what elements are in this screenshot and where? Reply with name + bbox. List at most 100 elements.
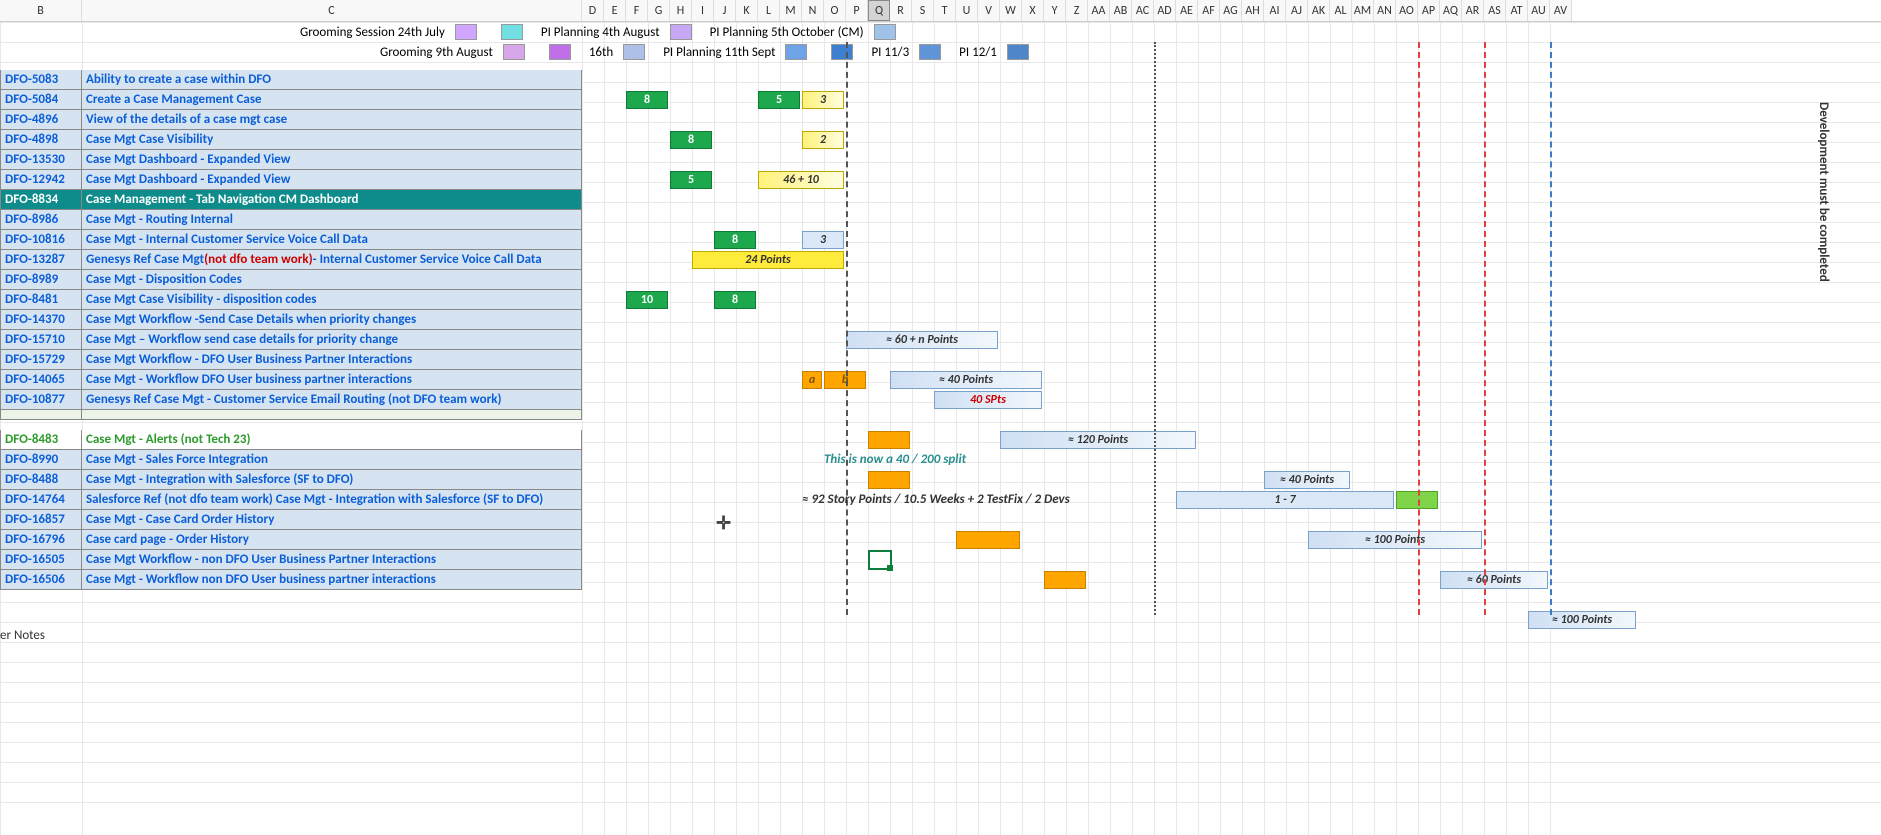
gantt-bar[interactable]: 3 [802, 91, 844, 109]
spreadsheet[interactable]: BCDEFGHIJKLMNOPQRSTUVWXYZAAABACADAEAFAGA… [0, 0, 1881, 835]
row-id[interactable]: DFO-5083 [0, 70, 82, 90]
col-header-AP[interactable]: AP [1418, 0, 1440, 21]
col-header-Y[interactable]: Y [1044, 0, 1066, 21]
row-desc[interactable]: Case Mgt Workflow - DFO User Business Pa… [82, 350, 582, 370]
row-id[interactable]: DFO-16505 [0, 550, 82, 570]
row-desc[interactable]: Case Mgt Dashboard - Expanded View [82, 170, 582, 190]
gantt-bar[interactable]: 5 [758, 91, 800, 109]
col-header-AJ[interactable]: AJ [1286, 0, 1308, 21]
gantt-bar[interactable]: 3 [802, 231, 844, 249]
row-desc[interactable]: Case Mgt - Alerts (not Tech 23) [82, 430, 582, 450]
col-header-V[interactable]: V [978, 0, 1000, 21]
gantt-bar[interactable]: b [824, 371, 866, 389]
col-header-AA[interactable]: AA [1088, 0, 1110, 21]
row-desc[interactable]: Case Mgt - Sales Force Integration [82, 450, 582, 470]
col-header-M[interactable]: M [780, 0, 802, 21]
col-header-AQ[interactable]: AQ [1440, 0, 1462, 21]
col-header-K[interactable]: K [736, 0, 758, 21]
row-desc[interactable]: Case card page - Order History [82, 530, 582, 550]
row-desc[interactable]: Case Mgt - Internal Customer Service Voi… [82, 230, 582, 250]
col-header-AU[interactable]: AU [1528, 0, 1550, 21]
col-header-C[interactable]: C [82, 0, 582, 21]
row-desc[interactable]: Ability to create a case within DFO [82, 70, 582, 90]
gantt-bar[interactable]: 5 [670, 171, 712, 189]
gantt-bar[interactable]: ≈ 100 Points [1308, 531, 1482, 549]
col-header-AS[interactable]: AS [1484, 0, 1506, 21]
gantt-bar[interactable]: 46 + 10 [758, 171, 844, 189]
col-header-AD[interactable]: AD [1154, 0, 1176, 21]
gantt-bar[interactable]: ≈ 60 + n Points [846, 331, 998, 349]
col-header-AR[interactable]: AR [1462, 0, 1484, 21]
row-desc[interactable]: Create a Case Management Case [82, 90, 582, 110]
col-header-AB[interactable]: AB [1110, 0, 1132, 21]
col-header-AM[interactable]: AM [1352, 0, 1374, 21]
row-id[interactable]: DFO-10877 [0, 390, 82, 410]
row-desc[interactable]: Salesforce Ref (not dfo team work) Case … [82, 490, 582, 510]
row-desc[interactable]: View of the details of a case mgt case [82, 110, 582, 130]
row-id[interactable]: DFO-8990 [0, 450, 82, 470]
col-header-N[interactable]: N [802, 0, 824, 21]
col-header-AK[interactable]: AK [1308, 0, 1330, 21]
col-header-H[interactable]: H [670, 0, 692, 21]
gantt-bar[interactable]: 24 Points [692, 251, 844, 269]
row-id[interactable]: DFO-8986 [0, 210, 82, 230]
col-header-J[interactable]: J [714, 0, 736, 21]
row-id[interactable]: DFO-14370 [0, 310, 82, 330]
row-id[interactable] [0, 410, 82, 420]
row-desc[interactable]: Case Mgt Dashboard - Expanded View [82, 150, 582, 170]
row-desc[interactable] [82, 410, 582, 420]
gantt-bar[interactable]: 8 [714, 291, 756, 309]
gantt-bar[interactable]: 40 SPts [934, 391, 1042, 409]
row-desc[interactable]: Case Mgt Workflow - non DFO User Busines… [82, 550, 582, 570]
row-desc[interactable]: Genesys Ref Case Mgt (not dfo team work)… [82, 250, 582, 270]
row-id[interactable]: DFO-8989 [0, 270, 82, 290]
row-id[interactable]: DFO-14764 [0, 490, 82, 510]
row-desc[interactable]: Case Mgt – Workflow send case details fo… [82, 330, 582, 350]
col-header-AH[interactable]: AH [1242, 0, 1264, 21]
gantt-bar[interactable]: 2 [802, 131, 844, 149]
col-header-AI[interactable]: AI [1264, 0, 1286, 21]
gantt-bar[interactable] [1044, 571, 1086, 589]
col-header-W[interactable]: W [1000, 0, 1022, 21]
row-id[interactable]: DFO-4896 [0, 110, 82, 130]
col-header-I[interactable]: I [692, 0, 714, 21]
row-id[interactable]: DFO-8488 [0, 470, 82, 490]
gantt-bar[interactable]: ≈ 40 Points [1264, 471, 1350, 489]
row-desc[interactable]: Case Mgt - Workflow non DFO User busines… [82, 570, 582, 590]
col-header-AV[interactable]: AV [1550, 0, 1572, 21]
row-desc[interactable]: Case Mgt Case Visibility - disposition c… [82, 290, 582, 310]
col-header-AF[interactable]: AF [1198, 0, 1220, 21]
row-id[interactable]: DFO-5084 [0, 90, 82, 110]
gantt-bar[interactable] [956, 531, 1020, 549]
col-header-O[interactable]: O [824, 0, 846, 21]
gantt-bar[interactable]: 8 [670, 131, 712, 149]
col-header-B[interactable]: B [0, 0, 82, 21]
gantt-bar[interactable]: 10 [626, 291, 668, 309]
row-id[interactable]: DFO-4898 [0, 130, 82, 150]
col-header-AT[interactable]: AT [1506, 0, 1528, 21]
grid-area[interactable]: Grooming Session 24th JulyPI Planning 4t… [0, 22, 1881, 835]
gantt-bar[interactable]: ≈ 120 Points [1000, 431, 1196, 449]
row-id[interactable]: DFO-13530 [0, 150, 82, 170]
col-header-Q[interactable]: Q [868, 0, 890, 21]
col-header-Z[interactable]: Z [1066, 0, 1088, 21]
row-id[interactable]: DFO-8481 [0, 290, 82, 310]
row-id[interactable]: DFO-10816 [0, 230, 82, 250]
gantt-bar[interactable] [868, 431, 910, 449]
row-id[interactable]: DFO-15729 [0, 350, 82, 370]
row-desc[interactable]: Case Mgt Workflow -Send Case Details whe… [82, 310, 582, 330]
gantt-bar[interactable]: 1 - 7 [1176, 491, 1394, 509]
row-id[interactable]: DFO-8834 [0, 190, 82, 210]
col-header-X[interactable]: X [1022, 0, 1044, 21]
col-header-S[interactable]: S [912, 0, 934, 21]
col-header-E[interactable]: E [604, 0, 626, 21]
row-desc[interactable]: Case Mgt - Case Card Order History [82, 510, 582, 530]
gantt-bar[interactable]: ≈ 40 Points [890, 371, 1042, 389]
row-desc[interactable]: Case Mgt - Routing Internal [82, 210, 582, 230]
row-id[interactable]: DFO-16506 [0, 570, 82, 590]
gantt-bar[interactable]: 8 [626, 91, 668, 109]
col-header-R[interactable]: R [890, 0, 912, 21]
col-header-L[interactable]: L [758, 0, 780, 21]
gantt-bar[interactable] [868, 471, 910, 489]
col-header-AE[interactable]: AE [1176, 0, 1198, 21]
